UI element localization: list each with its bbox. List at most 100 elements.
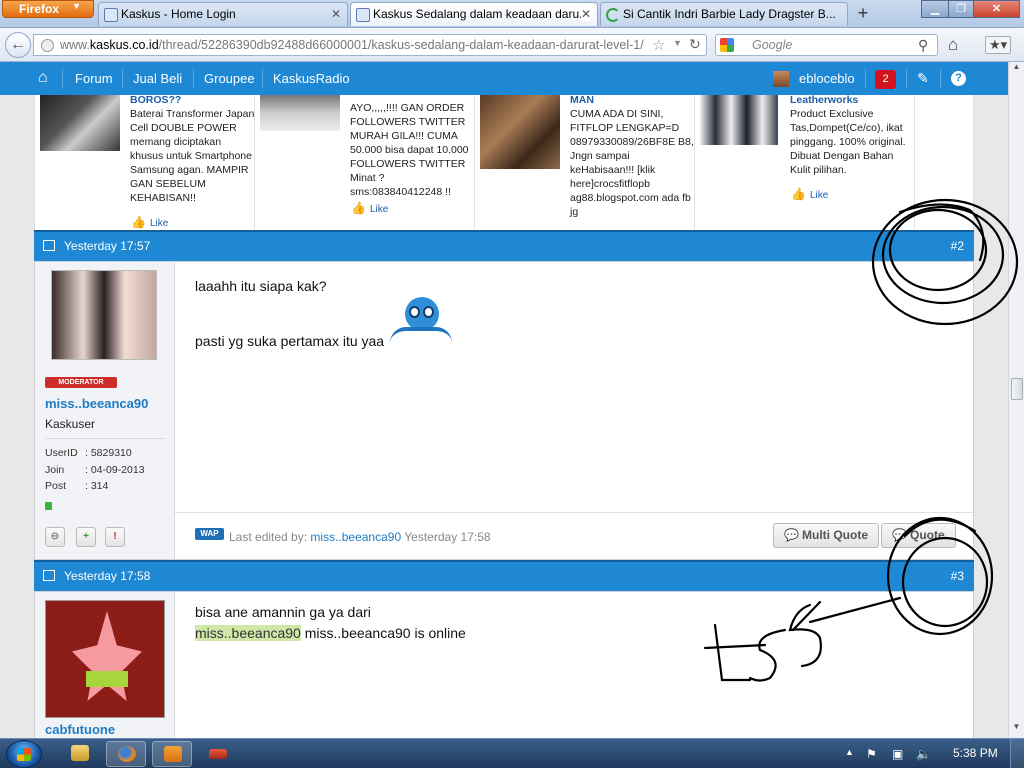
firefox-menu-button[interactable]: Firefox ▼ [2, 0, 94, 18]
stat-label: Post [45, 480, 67, 492]
bookmark-star-icon[interactable]: ☆ [652, 36, 665, 54]
ad-image[interactable] [40, 95, 120, 151]
url-bar[interactable]: www.kaskus.co.id/thread/52286390db92488d… [33, 34, 707, 56]
username[interactable]: miss..beeanca90 [45, 396, 148, 411]
avatar[interactable] [773, 71, 789, 87]
edited-by-link[interactable]: miss..beeanca90 [310, 530, 401, 544]
pencil-icon[interactable]: ✎ [917, 70, 929, 87]
user-info-pane: cabfutuone [35, 592, 175, 738]
divider [45, 438, 165, 439]
like-button[interactable]: 👍 Like [791, 187, 828, 201]
thumbs-up-icon: 👍 [131, 215, 146, 229]
minimize-button[interactable]: ▁ [921, 0, 949, 18]
start-button[interactable] [6, 740, 42, 768]
username[interactable]: cabfutuone [45, 722, 115, 737]
new-tab-button[interactable]: + [851, 3, 875, 25]
bookmarks-button[interactable]: ★▾ [985, 36, 1012, 54]
search-input[interactable]: Google [715, 34, 938, 56]
vertical-scrollbar[interactable]: ▲ ▼ [1008, 62, 1024, 738]
post-number[interactable]: #3 [951, 569, 964, 583]
thumbs-up-icon: 👍 [351, 201, 366, 215]
tab-indri-barbie[interactable]: Si Cantik Indri Barbie Lady Dragster B..… [600, 2, 848, 26]
notification-badge[interactable]: 2 [875, 70, 896, 89]
chevron-down-icon[interactable]: ▼ [673, 38, 682, 48]
taskbar-firefox[interactable] [106, 741, 146, 767]
taskbar-explorer[interactable] [60, 741, 100, 767]
close-tab-icon[interactable]: ✕ [580, 7, 591, 21]
stat-value: : 314 [85, 480, 109, 492]
avatar[interactable] [45, 600, 165, 718]
clock[interactable]: 5:38 PM [953, 746, 998, 760]
post-header: Yesterday 17:57 #2 [34, 230, 974, 261]
search-icon[interactable]: ⚲ [918, 37, 928, 54]
post-message-line: pasti yg suka pertamax itu yaa [195, 333, 385, 349]
ad-title[interactable]: BOROS?? [130, 95, 181, 106]
thumbs-up-icon: 👍 [791, 187, 806, 201]
moderator-badge: MODERATOR [45, 377, 117, 388]
checkbox-icon[interactable] [43, 570, 55, 581]
last-edited-info: Last edited by: miss..beeanca90 Yesterda… [229, 530, 491, 544]
nav-jual-beli[interactable]: Jual Beli [133, 71, 182, 86]
ad-image[interactable] [260, 95, 340, 131]
ad-item[interactable]: Leatherworks Product Exclusive Tas,Dompe… [695, 95, 915, 231]
scroll-up-arrow-icon[interactable]: ▲ [1009, 62, 1024, 76]
ad-item[interactable]: MAN CUMA ADA DI SINI, FITFLOP LENGKAP=D … [475, 95, 695, 231]
avatar[interactable] [51, 270, 157, 360]
like-button[interactable]: 👍 Like [351, 201, 388, 215]
checkbox-icon[interactable] [43, 240, 55, 251]
nav-forum[interactable]: Forum [75, 71, 113, 86]
taskbar-app[interactable] [198, 741, 238, 767]
scroll-down-arrow-icon[interactable]: ▼ [1009, 722, 1024, 736]
divider [122, 69, 123, 88]
ad-title[interactable]: MAN [570, 95, 594, 106]
home-button[interactable]: ⌂ [948, 35, 958, 55]
taskbar-media-player[interactable] [152, 741, 192, 767]
google-icon[interactable] [720, 38, 734, 52]
tab-title: Kaskus Sedalang dalam keadaan daru... [373, 7, 590, 21]
show-desktop-button[interactable] [1010, 739, 1024, 768]
post-message-line: bisa ane amannin ga ya dari [195, 604, 371, 620]
scrollbar-thumb[interactable] [1011, 378, 1023, 400]
like-button[interactable]: 👍 Like [131, 215, 168, 229]
ad-title[interactable]: Leatherworks [790, 95, 858, 106]
post-message-line: miss..beeanca90 miss..beeanca90 is onlin… [195, 625, 466, 641]
back-button[interactable]: ← [5, 32, 31, 58]
help-icon[interactable]: ? [951, 71, 966, 86]
view-profile-icon[interactable]: ⊖ [45, 527, 65, 547]
ad-image[interactable] [700, 95, 778, 145]
volume-icon[interactable]: 🔈 [916, 747, 931, 761]
divider [940, 69, 941, 88]
ad-item[interactable]: BOROS?? Baterai Transformer Japan Cell D… [35, 95, 255, 231]
url-prefix: www. [60, 38, 90, 52]
show-hidden-icons-icon[interactable]: ▲ [845, 747, 854, 757]
home-icon[interactable]: ⌂ [38, 69, 48, 87]
network-icon[interactable]: ▣ [892, 747, 903, 761]
wap-icon: WAP [195, 528, 224, 540]
close-tab-icon[interactable]: ✕ [331, 7, 341, 21]
username-link[interactable]: miss..beeanca90 [195, 625, 301, 641]
divider [193, 69, 194, 88]
report-icon[interactable]: ! [105, 527, 125, 547]
like-label: Like [149, 218, 169, 229]
nav-kaskus-radio[interactable]: KaskusRadio [273, 71, 350, 86]
reload-icon[interactable]: ↻ [689, 36, 701, 53]
tab-kaskus-thread[interactable]: Kaskus Sedalang dalam keadaan daru... ✕ [350, 2, 598, 26]
like-label: Like [369, 204, 389, 215]
kaskus-navbar: ⌂ Forum Jual Beli Groupee KaskusRadio eb… [0, 62, 1008, 95]
action-center-flag-icon[interactable]: ⚑ [866, 747, 877, 761]
post-header: Yesterday 17:58 #3 [34, 560, 974, 591]
multi-quote-button[interactable]: 💬 Multi Quote [773, 523, 879, 548]
like-label: Like [809, 190, 829, 201]
quote-button[interactable]: 💬 Quote [881, 523, 956, 548]
current-username[interactable]: ebloceblo [799, 71, 855, 86]
firefox-menu-label: Firefox [19, 2, 60, 16]
tab-kaskus-home[interactable]: Kaskus - Home Login ✕ [98, 2, 348, 26]
maximize-button[interactable]: ❐ [948, 0, 974, 18]
ad-image[interactable] [480, 95, 560, 169]
close-window-button[interactable]: ✕ [973, 0, 1020, 18]
nav-groupee[interactable]: Groupee [204, 71, 255, 86]
post: cabfutuone bisa ane amannin ga ya dari m… [34, 591, 974, 738]
ad-item[interactable]: AYO,,,,,!!!! GAN ORDER FOLLOWERS TWITTER… [255, 95, 475, 231]
post-number[interactable]: #2 [951, 239, 964, 253]
add-friend-icon[interactable]: + [76, 527, 96, 547]
